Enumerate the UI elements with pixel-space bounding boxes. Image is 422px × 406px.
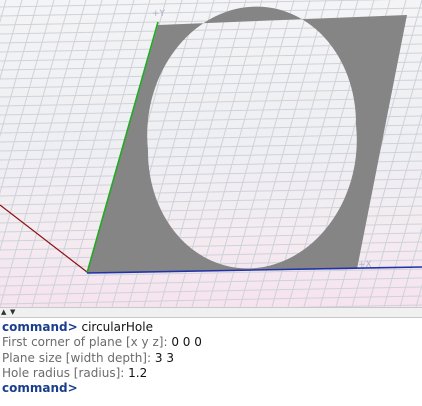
3d-viewport[interactable]: +Y +X — [0, 0, 422, 307]
command-prompt: command> — [2, 320, 78, 334]
parameter-value: 0 0 0 — [171, 335, 202, 350]
grid-line — [0, 0, 7, 24]
grid-line — [15, 0, 103, 307]
parameter-value: 3 3 — [154, 350, 174, 365]
command-prompt: command> — [2, 381, 78, 396]
parameter-line: Hole radius [radius]: 1.2 — [2, 366, 420, 381]
plane-with-circular-hole — [87, 6, 407, 274]
grid-line — [0, 0, 39, 138]
panel-splitter[interactable]: ▲ ▼ — [0, 307, 422, 318]
parameter-line: Plane size [width depth]: 3 3 — [2, 351, 420, 366]
parameter-label: First corner of plane [x y z]: — [2, 335, 168, 350]
command-history-line: command> circularHole — [2, 320, 420, 335]
collapse-up-icon[interactable]: ▲ — [1, 308, 6, 317]
y-axis-label: +Y — [152, 9, 166, 19]
grid-line — [0, 286, 422, 296]
parameter-value: 1.2 — [128, 365, 148, 380]
parameter-line: First corner of plane [x y z]: 0 0 0 — [2, 335, 420, 350]
scene-canvas[interactable]: +Y +X — [0, 0, 422, 307]
command-console[interactable]: command> circularHole First corner of pl… — [0, 318, 422, 406]
grid-line — [415, 283, 422, 307]
grid-line — [0, 0, 396, 8]
command-input-line[interactable]: command> — [2, 381, 420, 396]
x-axis-label: +X — [358, 260, 372, 270]
parameter-label: Hole radius [radius]: — [2, 365, 125, 380]
command-text: circularHole — [81, 320, 153, 334]
grid-line — [207, 0, 295, 307]
expand-down-icon[interactable]: ▼ — [10, 308, 15, 317]
parameter-label: Plane size [width depth]: — [2, 350, 152, 365]
